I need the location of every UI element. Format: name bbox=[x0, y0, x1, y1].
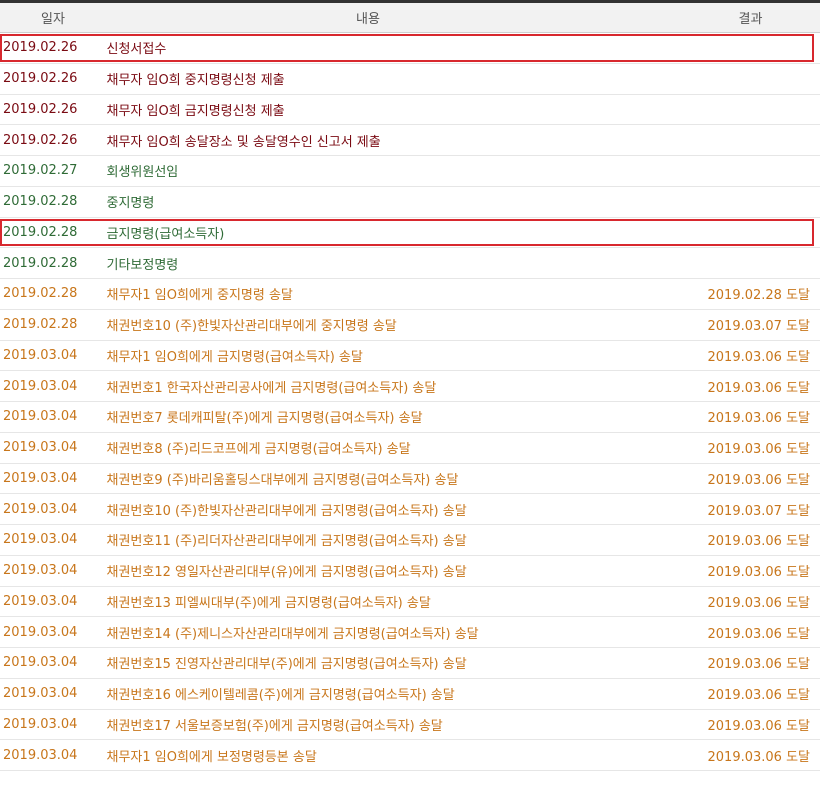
row-date: 2019.03.04 bbox=[3, 532, 78, 548]
row-content: 채권번호11 (주)리더자산관리대부에게 금지명령(급여소득자) 송달 bbox=[106, 534, 467, 550]
row-content: 채권번호10 (주)한빛자산관리대부에게 중지명령 송달 bbox=[106, 319, 397, 335]
row-date: 2019.02.27 bbox=[3, 163, 78, 179]
table-row: 2019.02.26 신청서접수 bbox=[0, 33, 820, 64]
table-row: 2019.02.28 중지명령 bbox=[0, 187, 820, 218]
row-date: 2019.02.28 bbox=[3, 224, 78, 240]
row-content: 채무자1 임O희에게 금지명령(급여소득자) 송달 bbox=[106, 349, 363, 365]
header-result: 결과 bbox=[738, 12, 763, 27]
row-result: 2019.03.06 도달 bbox=[707, 718, 811, 734]
row-content: 채권번호12 영일자산관리대부(유)에게 금지명령(급여소득자) 송달 bbox=[106, 565, 467, 581]
row-date: 2019.02.26 bbox=[3, 132, 78, 148]
table-row: 2019.02.26 채무자 임O희 금지명령신청 제출 bbox=[0, 95, 820, 126]
row-content: 중지명령 bbox=[106, 196, 155, 212]
row-date: 2019.03.04 bbox=[3, 440, 78, 456]
table-row: 2019.03.04 채권번호7 롯데캐피탈(주)에게 금지명령(급여소득자) 송… bbox=[0, 402, 820, 433]
row-content: 채권번호17 서울보증보험(주)에게 금지명령(급여소득자) 송달 bbox=[106, 718, 443, 734]
row-result: 2019.03.06 도달 bbox=[707, 349, 811, 365]
row-date: 2019.02.26 bbox=[3, 101, 78, 117]
table-row: 2019.03.04 채권번호10 (주)한빛자산관리대부에게 금지명령(급여소득… bbox=[0, 494, 820, 525]
row-content: 채권번호14 (주)제니스자산관리대부에게 금지명령(급여소득자) 송달 bbox=[106, 626, 479, 642]
row-content: 채권번호8 (주)리드코프에게 금지명령(급여소득자) 송달 bbox=[106, 442, 411, 458]
row-date: 2019.03.04 bbox=[3, 655, 78, 671]
row-date: 2019.03.04 bbox=[3, 378, 78, 394]
row-result: 2019.03.07 도달 bbox=[707, 319, 811, 335]
table-row: 2019.03.04 채권번호12 영일자산관리대부(유)에게 금지명령(급여소득… bbox=[0, 556, 820, 587]
table-row: 2019.02.28 채권번호10 (주)한빛자산관리대부에게 중지명령 송달 20… bbox=[0, 310, 820, 341]
row-result: 2019.03.06 도달 bbox=[707, 749, 811, 765]
row-content: 채무자 임O희 송달장소 및 송달영수인 신고서 제출 bbox=[106, 134, 381, 150]
table-row: 2019.03.04 채무자1 임O희에게 금지명령(급여소득자) 송달 2019.… bbox=[0, 341, 820, 372]
row-result: 2019.02.28 도달 bbox=[707, 288, 811, 304]
row-content: 채권번호13 피엘씨대부(주)에게 금지명령(급여소득자) 송달 bbox=[106, 595, 431, 611]
row-date: 2019.02.26 bbox=[3, 71, 78, 87]
row-result: 2019.03.06 도달 bbox=[707, 688, 811, 704]
header-date: 일자 bbox=[41, 12, 65, 27]
row-result: 2019.03.06 도달 bbox=[707, 472, 811, 488]
table-row: 2019.03.04 채권번호1 한국자산관리공사에게 금지명령(급여소득자) 송… bbox=[0, 371, 820, 402]
row-content: 기타보정명령 bbox=[106, 257, 179, 273]
row-result: 2019.03.06 도달 bbox=[707, 565, 811, 581]
row-content: 신청서접수 bbox=[106, 42, 167, 58]
header-content: 내용 bbox=[356, 12, 380, 27]
row-content: 채권번호9 (주)바리움홀딩스대부에게 금지명령(급여소득자) 송달 bbox=[106, 472, 459, 488]
row-date: 2019.03.04 bbox=[3, 593, 78, 609]
row-content: 채무자 임O희 중지명령신청 제출 bbox=[106, 73, 285, 89]
table-row: 2019.03.04 채무자1 임O희에게 보정명령등본 송달 2019.03.06… bbox=[0, 740, 820, 771]
table-row: 2019.03.04 채권번호9 (주)바리움홀딩스대부에게 금지명령(급여소득자… bbox=[0, 464, 820, 495]
row-date: 2019.03.04 bbox=[3, 470, 78, 486]
table-row: 2019.02.28 채무자1 임O희에게 중지명령 송달 2019.02.28 도… bbox=[0, 279, 820, 310]
row-content: 금지명령(급여소득자) bbox=[106, 226, 225, 242]
row-content: 채권번호7 롯데캐피탈(주)에게 금지명령(급여소득자) 송달 bbox=[106, 411, 423, 427]
table-row: 2019.02.27 회생위원선임 bbox=[0, 156, 820, 187]
row-result: 2019.03.06 도달 bbox=[707, 442, 811, 458]
row-content: 채권번호15 진영자산관리대부(주)에게 금지명령(급여소득자) 송달 bbox=[106, 657, 467, 673]
row-content: 채무자1 임O희에게 중지명령 송달 bbox=[106, 288, 293, 304]
row-result: 2019.03.06 도달 bbox=[707, 534, 811, 550]
row-content: 채권번호1 한국자산관리공사에게 금지명령(급여소득자) 송달 bbox=[106, 380, 437, 396]
row-date: 2019.03.04 bbox=[3, 347, 78, 363]
row-date: 2019.03.04 bbox=[3, 624, 78, 640]
row-date: 2019.03.04 bbox=[3, 716, 78, 732]
row-date: 2019.03.04 bbox=[3, 747, 78, 763]
row-content: 채무자1 임O희에게 보정명령등본 송달 bbox=[106, 749, 317, 765]
row-date: 2019.03.04 bbox=[3, 409, 78, 425]
table-row: 2019.03.04 채권번호14 (주)제니스자산관리대부에게 금지명령(급여소… bbox=[0, 617, 820, 648]
row-result: 2019.03.06 도달 bbox=[707, 657, 811, 673]
row-result: 2019.03.06 도달 bbox=[707, 626, 811, 642]
table-row: 2019.03.04 채권번호17 서울보증보험(주)에게 금지명령(급여소득자)… bbox=[0, 710, 820, 741]
table-row: 2019.03.04 채권번호11 (주)리더자산관리대부에게 금지명령(급여소득… bbox=[0, 525, 820, 556]
row-date: 2019.02.28 bbox=[3, 317, 78, 333]
row-result: 2019.03.06 도달 bbox=[707, 595, 811, 611]
case-history-table: 2019.02.26 신청서접수 2019.02.26 채무자 임O희 중지명령신청 … bbox=[0, 33, 820, 771]
row-date: 2019.03.04 bbox=[3, 563, 78, 579]
row-content: 채권번호16 에스케이텔레콤(주)에게 금지명령(급여소득자) 송달 bbox=[106, 688, 455, 704]
table-row: 2019.03.04 채권번호8 (주)리드코프에게 금지명령(급여소득자) 송달… bbox=[0, 433, 820, 464]
row-date: 2019.02.28 bbox=[3, 194, 78, 210]
table-row: 2019.03.04 채권번호13 피엘씨대부(주)에게 금지명령(급여소득자) … bbox=[0, 587, 820, 618]
row-date: 2019.03.04 bbox=[3, 686, 78, 702]
table-row: 2019.02.26 채무자 임O희 송달장소 및 송달영수인 신고서 제출 bbox=[0, 125, 820, 156]
row-content: 채권번호10 (주)한빛자산관리대부에게 금지명령(급여소득자) 송달 bbox=[106, 503, 467, 519]
table-row: 2019.03.04 채권번호15 진영자산관리대부(주)에게 금지명령(급여소득… bbox=[0, 648, 820, 679]
table-row: 2019.02.28 기타보정명령 bbox=[0, 248, 820, 279]
row-content: 채무자 임O희 금지명령신청 제출 bbox=[106, 103, 285, 119]
table-header: 일자 내용 결과 bbox=[0, 3, 820, 33]
row-date: 2019.02.28 bbox=[3, 255, 78, 271]
row-date: 2019.02.26 bbox=[3, 40, 78, 56]
row-date: 2019.02.28 bbox=[3, 286, 78, 302]
table-row: 2019.02.26 채무자 임O희 중지명령신청 제출 bbox=[0, 64, 820, 95]
table-row: 2019.02.28 금지명령(급여소득자) bbox=[0, 218, 820, 249]
row-result: 2019.03.06 도달 bbox=[707, 380, 811, 396]
row-date: 2019.03.04 bbox=[3, 501, 78, 517]
row-result: 2019.03.06 도달 bbox=[707, 411, 811, 427]
row-result: 2019.03.07 도달 bbox=[707, 503, 811, 519]
row-content: 회생위원선임 bbox=[106, 165, 179, 181]
table-row: 2019.03.04 채권번호16 에스케이텔레콤(주)에게 금지명령(급여소득자… bbox=[0, 679, 820, 710]
